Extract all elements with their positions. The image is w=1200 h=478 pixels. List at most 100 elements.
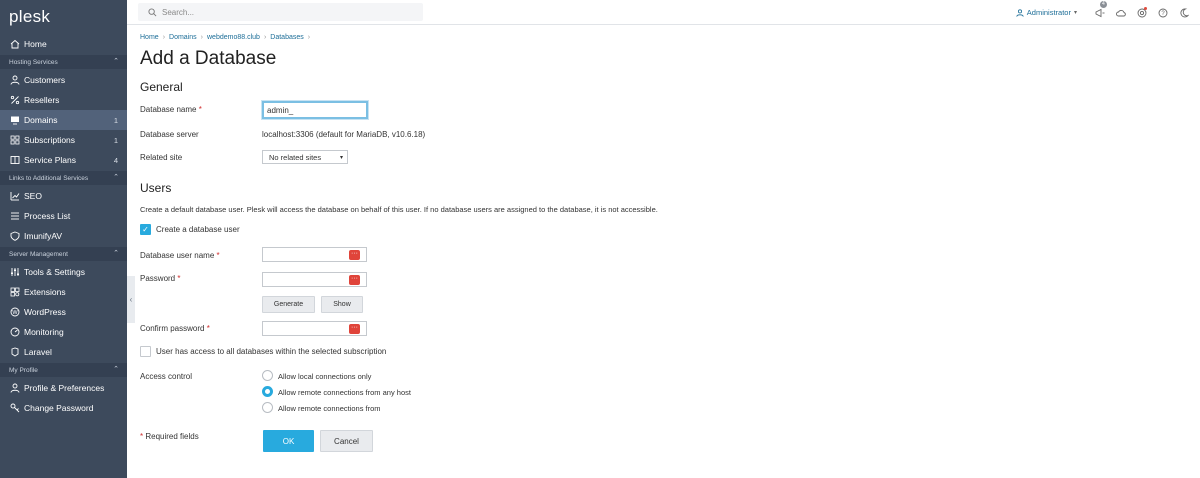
sidebar-item-service-plans[interactable]: Service Plans 4 bbox=[0, 150, 127, 170]
sidebar-collapse-handle[interactable]: ‹ bbox=[127, 276, 135, 323]
monitor-icon bbox=[9, 114, 21, 126]
password-manager-icon[interactable]: ··· bbox=[349, 250, 360, 260]
sidebar-item-label: Tools & Settings bbox=[24, 267, 85, 277]
monitoring-icon bbox=[9, 326, 21, 338]
chevron-down-icon: ▾ bbox=[339, 154, 343, 161]
confirm-password-input[interactable]: ··· bbox=[262, 321, 367, 336]
sidebar-item-label: Extensions bbox=[24, 287, 66, 297]
sidebar-item-home[interactable]: Home bbox=[0, 34, 127, 54]
top-header: Search... Administrator ▾ 4 ? bbox=[127, 0, 1200, 25]
sidebar-item-wordpress[interactable]: W WordPress bbox=[0, 302, 127, 322]
chevron-up-icon: ⌃ bbox=[113, 58, 119, 65]
breadcrumb-domain[interactable]: webdemo88.club bbox=[207, 34, 260, 41]
sidebar-item-domains[interactable]: Domains 1 bbox=[0, 110, 127, 130]
notifications-button[interactable]: 4 bbox=[1089, 0, 1110, 25]
access-all-label: User has access to all databases within … bbox=[156, 347, 387, 356]
sidebar-item-profile[interactable]: Profile & Preferences bbox=[0, 378, 127, 398]
sidebar-item-process-list[interactable]: Process List bbox=[0, 206, 127, 226]
sidebar-item-label: Home bbox=[24, 39, 47, 49]
ok-button[interactable]: OK bbox=[263, 430, 314, 452]
breadcrumb-databases[interactable]: Databases bbox=[270, 34, 303, 41]
radio-remote-from-label: Allow remote connections from bbox=[278, 404, 381, 413]
help-button[interactable]: ? bbox=[1152, 0, 1173, 25]
section-server-management[interactable]: Server Management ⌃ bbox=[0, 247, 127, 261]
general-section-title: General bbox=[140, 80, 183, 94]
sidebar-item-change-password[interactable]: Change Password bbox=[0, 398, 127, 418]
sidebar-item-extensions[interactable]: Extensions bbox=[0, 282, 127, 302]
sidebar-item-label: Process List bbox=[24, 211, 71, 221]
sidebar-item-label: Service Plans bbox=[24, 155, 76, 165]
sidebar-item-label: WordPress bbox=[24, 307, 66, 317]
chart-icon bbox=[9, 190, 21, 202]
support-button[interactable] bbox=[1131, 0, 1152, 25]
db-server-label: Database server bbox=[140, 130, 199, 139]
breadcrumb-home[interactable]: Home bbox=[140, 34, 159, 41]
sidebar-item-label: Customers bbox=[24, 75, 66, 85]
related-site-value: No related sites bbox=[269, 152, 322, 162]
sidebar-item-resellers[interactable]: Resellers bbox=[0, 90, 127, 110]
breadcrumb-domains[interactable]: Domains bbox=[169, 34, 197, 41]
laravel-icon bbox=[9, 346, 21, 358]
sidebar-item-label: SEO bbox=[24, 191, 42, 201]
sidebar-item-label: Monitoring bbox=[24, 327, 64, 337]
grid-icon bbox=[9, 134, 21, 146]
plans-icon bbox=[9, 154, 21, 166]
required-note: * Required fields bbox=[140, 432, 199, 441]
moon-icon bbox=[1180, 8, 1189, 17]
password-manager-icon[interactable]: ··· bbox=[349, 324, 360, 334]
create-user-checkbox[interactable]: ✓ bbox=[140, 224, 151, 235]
notifications-badge: 4 bbox=[1100, 1, 1107, 8]
section-my-profile[interactable]: My Profile ⌃ bbox=[0, 363, 127, 377]
sidebar-item-seo[interactable]: SEO bbox=[0, 186, 127, 206]
section-label: My Profile bbox=[9, 366, 38, 374]
section-hosting-services[interactable]: Hosting Services ⌃ bbox=[0, 55, 127, 69]
generate-button[interactable]: Generate bbox=[262, 296, 315, 313]
sidebar-item-imunifyav[interactable]: ImunifyAV bbox=[0, 226, 127, 246]
sidebar-item-count: 4 bbox=[113, 155, 118, 165]
home-icon bbox=[9, 38, 21, 50]
search-placeholder: Search... bbox=[162, 7, 195, 17]
show-button[interactable]: Show bbox=[321, 296, 363, 313]
user-menu[interactable]: Administrator ▾ bbox=[1016, 8, 1077, 17]
sidebar-item-laravel[interactable]: Laravel bbox=[0, 342, 127, 362]
section-label: Server Management bbox=[9, 250, 68, 258]
tools-icon bbox=[9, 266, 21, 278]
db-user-input[interactable]: ··· bbox=[262, 247, 367, 262]
sidebar-item-label: Laravel bbox=[24, 347, 52, 357]
user-name: Administrator bbox=[1026, 8, 1071, 17]
megaphone-icon bbox=[1095, 8, 1104, 17]
cloud-icon bbox=[1115, 9, 1126, 16]
section-label: Hosting Services bbox=[9, 58, 58, 66]
chevron-up-icon: ⌃ bbox=[113, 250, 119, 257]
shield-icon bbox=[9, 230, 21, 242]
theme-toggle-button[interactable] bbox=[1173, 0, 1194, 25]
svg-text:W: W bbox=[12, 310, 18, 316]
sidebar-item-customers[interactable]: Customers bbox=[0, 70, 127, 90]
db-name-input[interactable]: admin_ bbox=[262, 101, 368, 119]
sidebar-item-tools-settings[interactable]: Tools & Settings bbox=[0, 262, 127, 282]
cloud-button[interactable] bbox=[1110, 0, 1131, 25]
search-input[interactable]: Search... bbox=[138, 3, 423, 21]
related-site-select[interactable]: No related sites ▾ bbox=[262, 150, 348, 164]
confirm-password-label: Confirm password * bbox=[140, 324, 210, 333]
sidebar: plesk Home Hosting Services ⌃ Customers Rese… bbox=[0, 0, 127, 478]
section-links[interactable]: Links to Additional Services ⌃ bbox=[0, 171, 127, 185]
sidebar-item-monitoring[interactable]: Monitoring bbox=[0, 322, 127, 342]
search-icon bbox=[148, 7, 157, 16]
radio-local-only[interactable] bbox=[262, 370, 273, 381]
db-name-label: Database name * bbox=[140, 105, 202, 114]
sidebar-item-subscriptions[interactable]: Subscriptions 1 bbox=[0, 130, 127, 150]
password-manager-icon[interactable]: ··· bbox=[349, 275, 360, 285]
radio-remote-from[interactable] bbox=[262, 402, 273, 413]
breadcrumb: Home › Domains › webdemo88.club › Databases… bbox=[140, 34, 311, 41]
users-section-title: Users bbox=[140, 181, 172, 195]
plesk-logo[interactable]: plesk bbox=[0, 0, 127, 34]
cancel-button[interactable]: Cancel bbox=[320, 430, 373, 452]
access-all-checkbox[interactable] bbox=[140, 346, 151, 357]
password-input[interactable]: ··· bbox=[262, 272, 367, 287]
sidebar-item-label: Change Password bbox=[24, 403, 94, 413]
radio-remote-any[interactable] bbox=[262, 386, 273, 397]
chevron-up-icon: ⌃ bbox=[113, 366, 119, 373]
alert-dot bbox=[1144, 7, 1147, 10]
chevron-up-icon: ⌃ bbox=[113, 174, 119, 181]
